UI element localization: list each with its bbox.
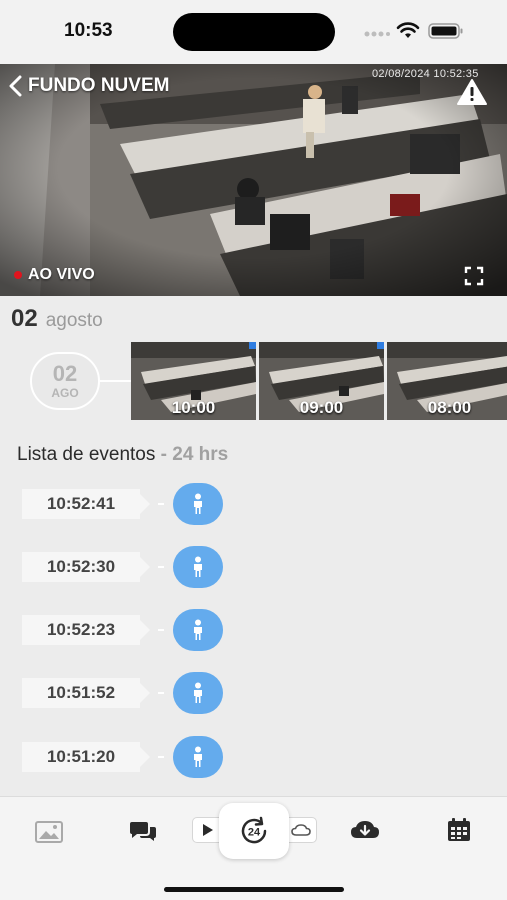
- person-icon: [173, 672, 223, 714]
- cloud-icon: [291, 824, 311, 836]
- svg-text:24: 24: [248, 827, 261, 839]
- signal-icon: [364, 31, 390, 37]
- event-time: 10:52:23: [22, 615, 150, 645]
- person-icon: [173, 483, 223, 525]
- event-connector: [158, 566, 164, 568]
- live-badge: AO VIVO: [14, 266, 95, 284]
- chat-icon[interactable]: [128, 821, 158, 843]
- events-subtitle: - 24 hrs: [160, 444, 229, 465]
- timeline-month: AGO: [51, 386, 79, 400]
- timeline-day: 02: [52, 361, 78, 386]
- calendar-icon[interactable]: [447, 818, 471, 842]
- thumbnail-time: 10:00: [171, 398, 216, 417]
- thumbnail-marker: [249, 342, 256, 349]
- history-24h-button[interactable]: 24: [219, 803, 289, 859]
- thumbnail-marker: [377, 342, 384, 349]
- person-icon: [173, 546, 223, 588]
- battery-icon: [428, 23, 463, 39]
- events-title: Lista de eventos - 24 hrs: [17, 444, 228, 466]
- recording-thumbnail[interactable]: 10:00: [131, 342, 256, 420]
- bottom-tab-bar: 24: [0, 796, 507, 900]
- event-item[interactable]: 10:52:23: [22, 609, 223, 651]
- wifi-icon: [396, 22, 420, 38]
- event-item[interactable]: 10:51:52: [22, 672, 223, 714]
- status-time: 10:53: [64, 20, 113, 41]
- live-indicator-dot: [14, 271, 22, 279]
- history-24h-icon: 24: [241, 816, 267, 844]
- cloud-button[interactable]: [285, 817, 317, 843]
- event-item[interactable]: 10:52:30: [22, 546, 223, 588]
- event-connector: [158, 692, 164, 694]
- event-connector: [158, 629, 164, 631]
- recording-thumbnail[interactable]: 08:00: [387, 342, 507, 420]
- camera-live-view[interactable]: FUNDO NUVEM 02/08/2024 10:52:35 AO VIVO: [0, 64, 507, 296]
- recording-thumbnail[interactable]: 09:00: [259, 342, 384, 420]
- thumbnail-time: 09:00: [299, 398, 344, 417]
- dynamic-island: [173, 13, 335, 51]
- fullscreen-icon[interactable]: [464, 266, 484, 286]
- timeline-connector: [100, 380, 131, 382]
- date-month: agosto: [45, 310, 103, 331]
- live-label: AO VIVO: [28, 266, 95, 283]
- events-title-label: Lista de eventos: [17, 444, 156, 465]
- event-time: 10:51:20: [22, 742, 150, 772]
- thumbnail-time: 08:00: [427, 398, 472, 417]
- back-button[interactable]: FUNDO NUVEM: [8, 72, 169, 100]
- chevron-left-icon: [9, 75, 22, 97]
- event-item[interactable]: 10:51:20: [22, 736, 223, 778]
- status-bar: 10:53: [0, 0, 507, 64]
- cloud-download-icon[interactable]: [350, 819, 380, 841]
- person-icon: [173, 736, 223, 778]
- person-icon: [173, 609, 223, 651]
- event-connector: [158, 503, 164, 505]
- event-item[interactable]: 10:52:41: [22, 483, 223, 525]
- camera-title: FUNDO NUVEM: [28, 75, 170, 96]
- date-day: 02: [11, 305, 38, 332]
- date-header: 02 agosto: [11, 305, 103, 333]
- play-icon: [203, 824, 213, 836]
- event-connector: [158, 756, 164, 758]
- event-time: 10:52:41: [22, 489, 150, 519]
- event-time: 10:52:30: [22, 552, 150, 582]
- recording-thumbnails: 10:00 09:00 08:00: [131, 342, 507, 420]
- home-indicator: [164, 887, 344, 892]
- warning-triangle-icon[interactable]: [456, 78, 488, 106]
- timeline-day-badge[interactable]: 02 AGO: [30, 352, 100, 410]
- gallery-icon[interactable]: [35, 821, 63, 843]
- event-time: 10:51:52: [22, 678, 150, 708]
